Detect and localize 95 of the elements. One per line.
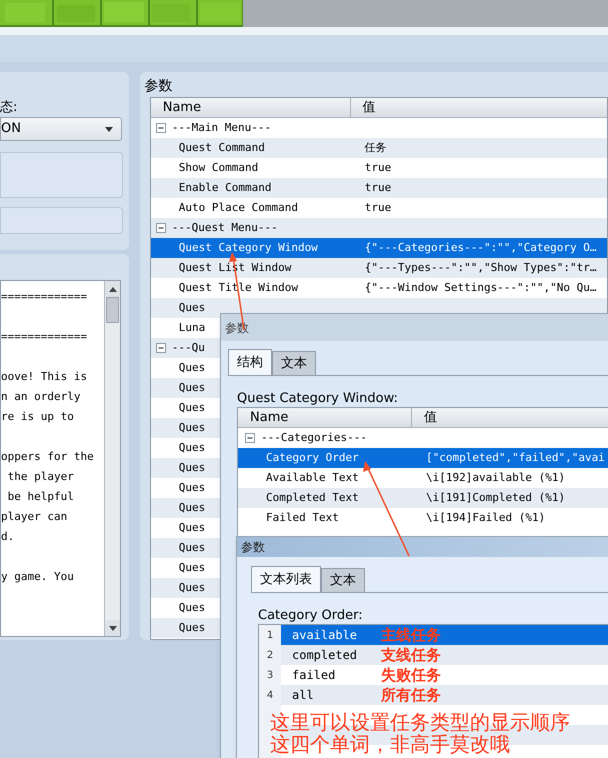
column-header[interactable]: 值 [412,408,608,428]
parameter-value: \i[194]Failed (%1) [425,510,546,526]
collapse-icon[interactable] [245,433,255,443]
parameter-value: {"---Window Settings---":"","No Qu… [364,280,597,296]
help-text-line: oove! This is [1,369,88,385]
collapse-icon[interactable] [156,223,166,233]
tree-row[interactable]: Completed Text \i[191]Completed (%1) [238,488,608,508]
line-number: 1 [259,625,281,646]
help-text-line: ============= [1,289,88,305]
section-label: Quest Category Window: [237,390,398,407]
tree-row[interactable]: ---Quest Menu--- [150,218,607,238]
help-text-line: d. [1,529,14,545]
scrollbar[interactable] [104,281,120,636]
dialog-title: 参数 [225,320,249,336]
group-name: ---Quest Menu--- [172,220,278,236]
collapse-icon[interactable] [156,343,166,353]
column-header[interactable]: Name [238,408,412,428]
help-text-line: player can [1,509,68,525]
state-label: 态: [0,99,18,116]
annotation-note: 主线任务 [381,625,441,646]
help-text-line: ============= [1,329,88,345]
help-text-line: be helpful [6,489,74,505]
parameter-name: Quest Command [178,140,265,156]
parameter-value: {"---Types---":"","Show Types":"tr… [364,260,597,276]
help-text-line: oppers for the [1,449,94,465]
parameter-name: Ques [178,460,206,476]
list-item[interactable]: available 主线任务 [281,625,608,646]
parameter-name: Available Text [266,470,359,486]
annotation-note: 失败任务 [381,665,441,686]
help-text-line: the player [6,469,74,485]
tab[interactable]: 文本列表 [251,566,321,592]
list-item[interactable]: failed 失败任务 [281,665,608,686]
parameter-value: true [364,200,392,216]
line-number: 3 [259,665,281,686]
section-label: Category Order: [258,607,363,624]
parameter-name: Luna [178,320,206,336]
parameter-name: Ques [178,400,206,416]
parameter-name: Ques [178,540,206,556]
help-text-line: n an orderly [1,389,80,405]
list-item[interactable]: completed 支线任务 [281,645,608,666]
parameter-name: Ques [178,600,206,616]
annotation-note: 所有任务 [381,685,441,706]
help-text-line: y game. You [1,569,74,585]
parameter-name: Enable Command [178,180,272,196]
parameter-name: Ques [178,440,206,456]
scroll-thumb[interactable] [106,297,119,323]
parameter-name: Ques [178,580,206,596]
parameter-name: Ques [178,480,206,496]
tree-row[interactable]: Enable Command true [150,178,607,198]
list-item[interactable]: all 所有任务 [281,685,608,706]
parameter-name: Quest Category Window [178,240,318,256]
parameter-name: Ques [178,420,206,436]
help-text-line: re is up to [1,409,74,425]
parameter-name: Ques [178,380,206,396]
caret-icon [105,126,113,132]
tree-row[interactable]: Quest Category Window {"---Categories---":"","Category O… [150,238,607,258]
parameter-value: 任务 [364,140,387,156]
annotation-text: 这四个单词，非高手莫改哦 [270,733,511,755]
dialog-title: 参数 [241,539,265,556]
tree-row[interactable]: Category Order ["completed","failed","avai [238,448,608,468]
tab[interactable]: 结构 [228,349,272,375]
parameter-name: Category Order [266,450,359,466]
tab[interactable]: 文本 [272,351,316,375]
line-number: 2 [259,645,281,666]
annotation-text: 这里可以设置任务类型的显示顺序 [270,711,570,733]
state-dropdown[interactable]: ON [0,117,122,141]
annotation-note: 支线任务 [381,645,441,666]
line-number: 4 [259,685,281,706]
parameter-name: Ques [178,520,206,536]
group-name: ---Qu [172,340,205,356]
parameter-value: ["completed","failed","avai [425,450,605,466]
parameter-name: Completed Text [266,490,359,506]
parameter-value: \i[192]available (%1) [425,470,566,486]
parameter-name: Ques [178,300,206,316]
collapse-icon[interactable] [156,123,166,133]
parameter-value: true [364,180,392,196]
tree-row[interactable]: Quest Command 任务 [150,138,607,158]
parameter-name: Ques [178,560,206,576]
parameter-value: \i[191]Completed (%1) [425,490,566,506]
scroll-up-icon[interactable] [108,286,116,292]
column-header[interactable]: 值 [350,98,607,118]
group-name: ---Categories--- [261,430,367,446]
parameter-value: true [364,160,392,176]
parameter-name: Ques [178,360,206,376]
parameter-name: Auto Place Command [178,200,298,216]
scroll-down-icon[interactable] [108,626,116,630]
parameter-name: Ques [178,620,206,636]
tab[interactable]: 文本 [321,568,365,592]
panel-title: 参数 [144,77,173,96]
parameter-value: {"---Categories---":"","Category O… [364,240,597,256]
parameter-name: Show Command [178,160,258,176]
group-name: ---Main Menu--- [172,120,272,136]
column-header[interactable]: Name [150,98,351,118]
parameter-name: Failed Text [266,510,339,526]
parameter-name: Ques [178,500,206,516]
